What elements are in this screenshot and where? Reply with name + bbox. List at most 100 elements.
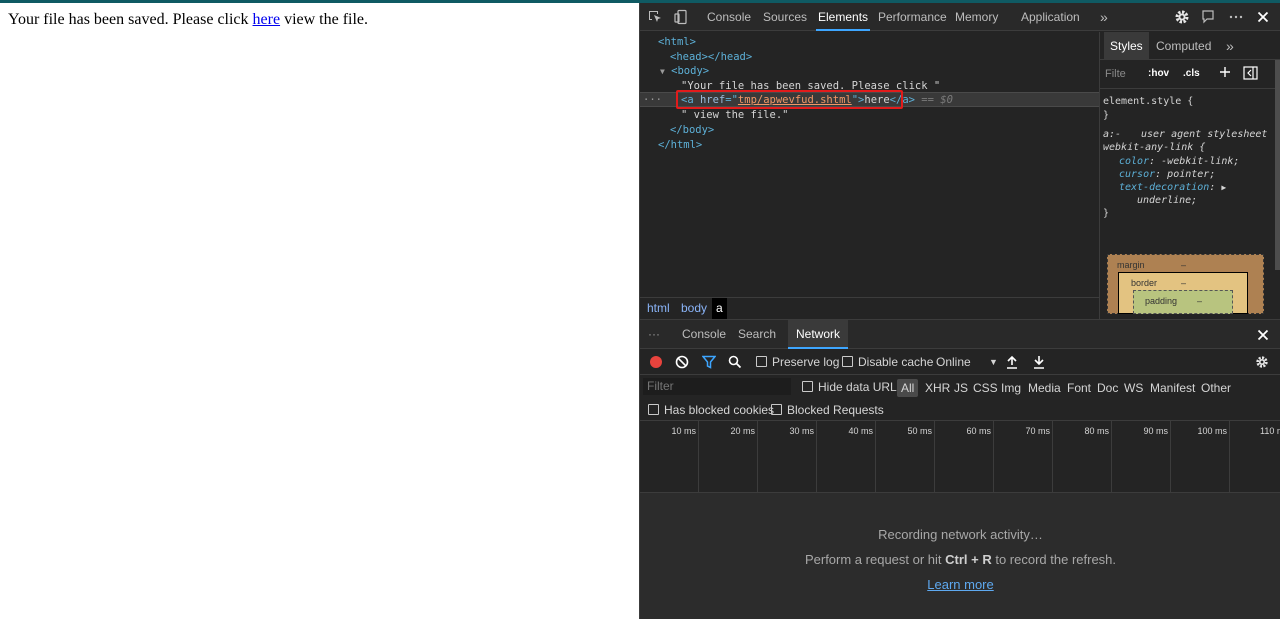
learn-more-link[interactable]: Learn more [927,577,993,592]
box-model-border-value: – [1181,278,1187,288]
refresh-hint: Perform a request or hit Ctrl + R to rec… [640,552,1280,567]
styles-filter-input[interactable]: Filte [1105,68,1126,80]
dom-body-close[interactable]: </body> [670,123,714,137]
disable-cache-box[interactable] [842,356,853,367]
type-filter-css[interactable]: CSS [973,379,998,397]
tick-label: 50 ms [907,426,932,436]
export-har-icon[interactable] [1033,355,1045,372]
expand-shorthand-triangle-icon[interactable]: ▶ [1221,183,1226,192]
disable-cache-checkbox[interactable]: Disable cache [842,354,933,370]
hov-button[interactable]: :hov [1148,68,1169,79]
network-overview-timeline[interactable]: 10 ms 20 ms 30 ms 40 ms 50 ms 60 ms 70 m… [640,421,1280,493]
preserve-log-checkbox[interactable]: Preserve log [756,354,839,370]
filter-funnel-icon[interactable] [701,355,717,372]
breadcrumb-body[interactable]: body [677,298,711,319]
tab-elements[interactable]: Elements [815,3,871,31]
search-icon[interactable] [728,355,742,372]
network-filter-input[interactable] [643,378,791,395]
clear-icon[interactable] [675,355,689,372]
blocked-requests-checkbox[interactable]: Blocked Requests [771,402,884,418]
tab-console[interactable]: Console [707,3,751,31]
type-filter-all[interactable]: All [897,379,919,397]
close-devtools-icon[interactable] [1255,9,1271,25]
prop-text-decoration[interactable]: text-decoration: ▶ [1119,181,1226,194]
view-file-link[interactable]: here [253,11,281,28]
tab-performance[interactable]: Performance [878,3,947,31]
drawer-menu-dots[interactable]: ··· [648,320,660,349]
recording-message: Recording network activity… [878,527,1043,542]
throttle-select[interactable]: Online ▼ [936,354,998,370]
preserve-log-box[interactable] [756,356,767,367]
dom-html-close[interactable]: </html> [658,138,702,152]
drawer-tab-network[interactable]: Network [788,320,849,349]
tab-memory[interactable]: Memory [955,3,998,31]
drawer-tab-search[interactable]: Search [738,320,776,349]
new-rule-plus-icon[interactable] [1218,65,1232,82]
chevron-down-icon: ▼ [989,357,998,367]
type-filter-img[interactable]: Img [1001,379,1021,397]
record-icon[interactable] [649,355,663,372]
dom-html-open[interactable]: <html> [658,35,696,49]
styles-more-button[interactable]: » [1226,32,1234,60]
styles-scrollbar[interactable] [1275,60,1280,270]
import-har-icon[interactable] [1006,355,1018,372]
more-tabs-button[interactable]: » [1100,3,1108,31]
timeline-tick: 20 ms [699,421,758,493]
element-style-rule[interactable]: element.style { [1103,95,1193,108]
tick-label: 30 ms [789,426,814,436]
type-filter-manifest[interactable]: Manifest [1150,379,1195,397]
type-filter-doc[interactable]: Doc [1097,379,1118,397]
box-model-padding-label: padding [1145,296,1178,306]
learn-more-row: Learn more [640,577,1280,592]
tick-label: 20 ms [730,426,755,436]
page-viewport: Your file has been saved. Please click h… [0,3,639,619]
prop-cursor[interactable]: cursor: pointer; [1119,168,1215,181]
prop-text-decoration-name: text-decoration [1119,182,1210,193]
network-settings-gear-icon[interactable] [1255,355,1269,372]
tick-label: 100 ms [1197,426,1227,436]
row-options-dots[interactable]: ··· [643,93,662,107]
type-filter-js[interactable]: JS [954,379,968,397]
network-toolbar: Preserve log Disable cache Online ▼ [640,349,1280,375]
has-blocked-cookies-checkbox[interactable]: Has blocked cookies [648,402,774,418]
breadcrumb-a[interactable]: a [712,298,727,319]
has-blocked-cookies-box[interactable] [648,404,659,415]
dom-text-node-2[interactable]: " view the file." [681,108,788,122]
timeline-tick: 100 ms [1171,421,1230,493]
expand-triangle-icon[interactable]: ▼ [660,67,665,76]
close-drawer-icon[interactable] [1255,327,1271,346]
element-style-close: } [1103,110,1110,121]
prop-color[interactable]: color: -webkit-link; [1119,155,1239,168]
styles-filter-bar: Filte :hov .cls [1100,61,1280,89]
type-filter-font[interactable]: Font [1067,379,1091,397]
tab-application[interactable]: Application [1021,3,1080,31]
type-filter-ws[interactable]: WS [1124,379,1143,397]
type-filter-other[interactable]: Other [1201,379,1231,397]
prop-underline-value: underline; [1137,195,1198,206]
inspect-element-icon[interactable] [647,9,663,25]
type-filter-media[interactable]: Media [1028,379,1061,397]
dom-head[interactable]: <head></head> [670,50,752,64]
devtools-panel: Console Sources Elements Performance Mem… [639,3,1280,619]
settings-gear-icon[interactable] [1174,9,1190,25]
prop-cursor-name: cursor [1119,169,1156,180]
blocked-requests-box[interactable] [771,404,782,415]
type-filter-xhr[interactable]: XHR [925,379,950,397]
tab-sources[interactable]: Sources [763,3,807,31]
cls-button[interactable]: .cls [1183,68,1200,79]
device-toolbar-icon[interactable] [673,9,689,25]
tab-styles[interactable]: Styles [1104,32,1149,60]
more-options-icon[interactable] [1228,9,1244,25]
toggle-sidebar-icon[interactable] [1243,66,1258,83]
feedback-icon[interactable] [1200,9,1216,25]
timeline-tick: 110 ms [1230,421,1280,493]
drawer-tab-console[interactable]: Console [682,320,726,349]
ua-rule-close: } [1103,208,1110,219]
breadcrumb-html[interactable]: html [643,298,674,319]
dom-body-open[interactable]: ▼ <body> [660,64,709,78]
hide-data-urls-box[interactable] [802,381,813,392]
styles-tabs: Styles Computed » [1100,32,1280,60]
tab-computed[interactable]: Computed [1156,32,1211,60]
hide-data-urls-checkbox[interactable]: Hide data URLs [802,379,903,395]
timeline-tick: 90 ms [1112,421,1171,493]
